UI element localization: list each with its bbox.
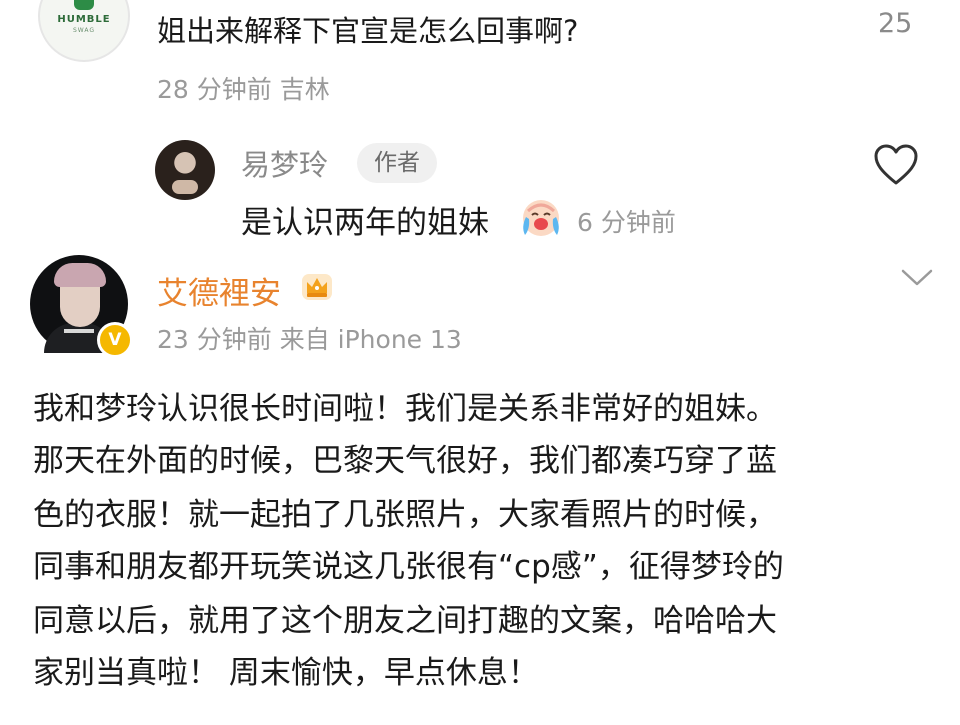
cup-logo-icon <box>74 0 94 10</box>
avatar-hair-shape <box>54 263 106 287</box>
post-body-line: 同意以后，就用了这个朋友之间打趣的文案，哈哈哈大 <box>33 603 777 639</box>
like-count[interactable]: 25 <box>878 8 912 39</box>
post-body-line: 我和梦玲认识很长时间啦！我们是关系非常好的姐妹。 <box>33 391 777 427</box>
text-fade-overlay <box>670 194 760 238</box>
author-badge: 作者 <box>357 143 437 183</box>
post-body-line: 家别当真啦！ 周末愉快，早点休息！ <box>33 655 539 691</box>
post-body-line: 同事和朋友都开玩笑说这几张很有“cp感”，征得梦玲的 <box>33 549 784 585</box>
comment-meta: 28 分钟前 吉林 <box>157 75 330 104</box>
crying-face-icon <box>523 200 559 236</box>
reply-text: 是认识两年的姐妹 <box>241 205 489 241</box>
comment-text: 姐出来解释下官宣是怎么回事啊? <box>157 14 579 48</box>
commenter-avatar[interactable]: HUMBLE SWAG <box>38 0 130 62</box>
post-author-name[interactable]: 艾德裡安 <box>157 268 281 313</box>
heart-icon[interactable] <box>873 143 919 187</box>
post-body-line: 那天在外面的时候，巴黎天气很好，我们都凑巧穿了蓝 <box>33 443 777 479</box>
reply-time: 6 分钟前 <box>577 208 676 237</box>
post-meta: 23 分钟前 来自 iPhone 13 <box>157 325 462 354</box>
chevron-down-icon[interactable] <box>900 266 934 288</box>
crown-icon <box>302 274 332 300</box>
avatar-stripe-shape <box>64 329 94 333</box>
avatar-hand-shape <box>172 180 198 194</box>
avatar-brand-subtext: SWAG <box>72 27 96 34</box>
post-body-line: 色的衣服！就一起拍了几张照片，大家看照片的时候， <box>33 497 777 533</box>
avatar-brand-text: HUMBLE <box>57 14 111 25</box>
reply-author-avatar[interactable] <box>155 140 215 200</box>
verified-badge-icon: V <box>97 322 133 358</box>
reply-author-name[interactable]: 易梦玲 <box>241 142 328 184</box>
